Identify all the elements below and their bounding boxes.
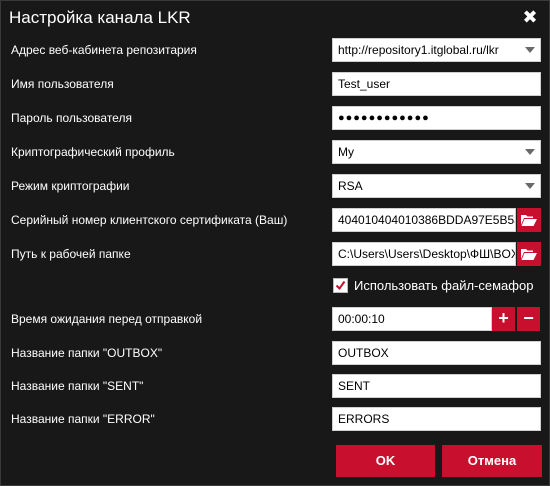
chevron-down-icon[interactable] bbox=[524, 175, 536, 197]
sent-label: Название папки "SENT" bbox=[11, 379, 144, 393]
outbox-row: Название папки "OUTBOX" OUTBOX bbox=[1, 341, 549, 367]
folder-open-icon[interactable] bbox=[517, 208, 541, 232]
username-label: Имя пользователя bbox=[11, 77, 114, 91]
work-folder-label: Путь к рабочей папке bbox=[11, 247, 131, 261]
cert-serial-value: 404010404010386BDDA97E5B53F2 bbox=[338, 213, 515, 227]
crypto-mode-label: Режим криптографии bbox=[11, 179, 130, 193]
password-value: ●●●●●●●●●●●● bbox=[338, 112, 430, 124]
work-folder-row: Путь к рабочей папке C:\Users\Users\Desk… bbox=[1, 242, 549, 268]
increment-button[interactable]: + bbox=[492, 307, 515, 331]
password-row: Пароль пользователя ●●●●●●●●●●●● bbox=[1, 106, 549, 132]
work-folder-input[interactable]: C:\Users\Users\Desktop\ФШ\BOX bbox=[332, 242, 516, 266]
close-icon[interactable]: ✖ bbox=[521, 7, 539, 27]
outbox-value: OUTBOX bbox=[338, 346, 389, 360]
repo-url-label: Адрес веб-кабинета репозитария bbox=[11, 43, 197, 57]
work-folder-value: C:\Users\Users\Desktop\ФШ\BOX bbox=[338, 247, 515, 261]
crypto-profile-row: Криптографический профиль My bbox=[1, 140, 549, 166]
dialog-title: Настройка канала LKR bbox=[9, 8, 191, 27]
error-input[interactable]: ERRORS bbox=[332, 407, 541, 431]
crypto-mode-row: Режим криптографии RSA bbox=[1, 174, 549, 200]
error-value: ERRORS bbox=[338, 412, 390, 426]
cert-serial-label: Серийный номер клиентского сертификата (… bbox=[11, 213, 288, 227]
wait-time-stepper: 00:00:10 + − bbox=[332, 307, 541, 331]
username-input[interactable]: Test_user bbox=[332, 72, 541, 96]
cancel-button[interactable]: Отмена bbox=[442, 445, 542, 477]
crypto-profile-select[interactable]: My bbox=[332, 140, 541, 164]
error-label: Название папки "ERROR" bbox=[11, 412, 155, 426]
crypto-mode-value: RSA bbox=[338, 179, 363, 193]
title-bar: Настройка канала LKR ✖ bbox=[1, 1, 549, 35]
sent-input[interactable]: SENT bbox=[332, 374, 541, 398]
username-row: Имя пользователя Test_user bbox=[1, 72, 549, 98]
crypto-profile-value: My bbox=[338, 145, 354, 159]
wait-time-label: Время ожидания перед отправкой bbox=[11, 312, 203, 326]
sent-row: Название папки "SENT" SENT bbox=[1, 374, 549, 400]
cert-serial-row: Серийный номер клиентского сертификата (… bbox=[1, 208, 549, 234]
semaphore-label: Использовать файл-семафор bbox=[354, 278, 534, 293]
settings-dialog: Настройка канала LKR ✖ Адрес веб-кабинет… bbox=[0, 0, 550, 486]
repo-url-value: http://repository1.itglobal.ru/lkr bbox=[338, 43, 499, 57]
username-value: Test_user bbox=[338, 77, 391, 91]
password-input[interactable]: ●●●●●●●●●●●● bbox=[332, 106, 541, 130]
outbox-label: Название папки "OUTBOX" bbox=[11, 346, 163, 360]
repo-url-row: Адрес веб-кабинета репозитария http://re… bbox=[1, 38, 549, 64]
error-row: Название папки "ERROR" ERRORS bbox=[1, 407, 549, 433]
password-label: Пароль пользователя bbox=[11, 111, 132, 125]
crypto-profile-label: Криптографический профиль bbox=[11, 145, 175, 159]
semaphore-checkbox-row[interactable]: Использовать файл-семафор bbox=[333, 277, 543, 297]
cert-serial-input[interactable]: 404010404010386BDDA97E5B53F2 bbox=[332, 208, 516, 232]
wait-time-row: Время ожидания перед отправкой 00:00:10 … bbox=[1, 307, 549, 333]
semaphore-checkbox[interactable] bbox=[333, 278, 348, 293]
sent-value: SENT bbox=[338, 379, 371, 393]
crypto-mode-select[interactable]: RSA bbox=[332, 174, 541, 198]
repo-url-select[interactable]: http://repository1.itglobal.ru/lkr bbox=[332, 38, 541, 62]
outbox-input[interactable]: OUTBOX bbox=[332, 341, 541, 365]
ok-button[interactable]: OK bbox=[336, 445, 435, 477]
decrement-button[interactable]: − bbox=[517, 307, 540, 331]
checkmark-icon bbox=[335, 280, 346, 291]
chevron-down-icon[interactable] bbox=[524, 141, 536, 163]
chevron-down-icon[interactable] bbox=[524, 39, 536, 61]
folder-open-icon[interactable] bbox=[517, 242, 541, 266]
wait-time-input[interactable]: 00:00:10 bbox=[332, 307, 492, 331]
